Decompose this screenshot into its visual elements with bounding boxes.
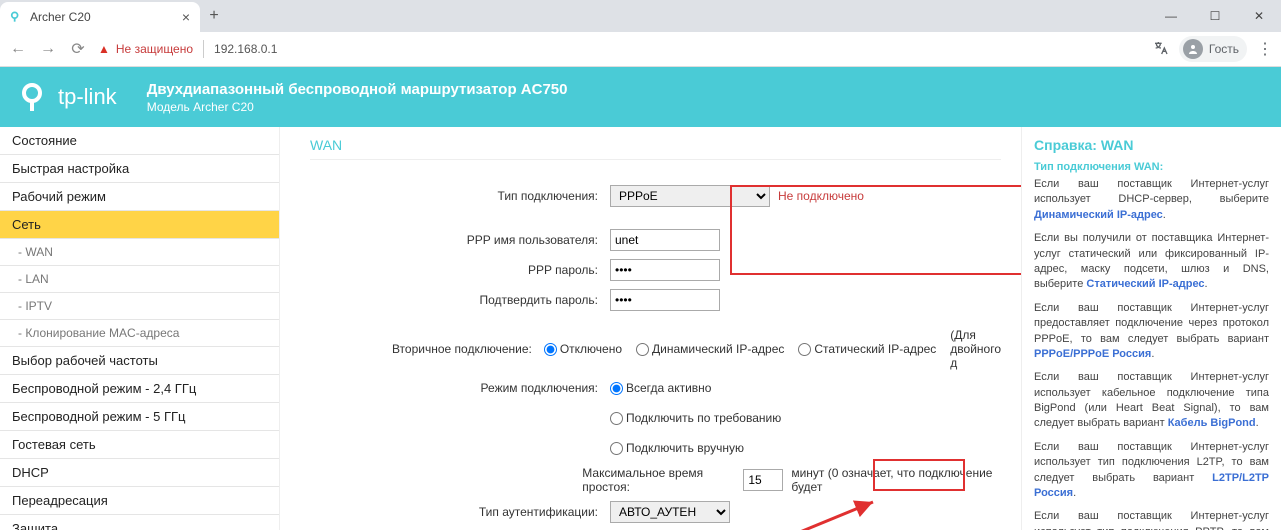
page-title: Двухдиапазонный беспроводной маршрутизат… bbox=[147, 80, 568, 100]
brand-text: tp-link bbox=[58, 84, 117, 110]
window-maximize-icon[interactable]: ☐ bbox=[1193, 0, 1237, 32]
label-conn-type: Тип подключения: bbox=[310, 189, 610, 203]
label-ppp-pass: PPP пароль: bbox=[310, 263, 610, 277]
secondary-opt-1[interactable]: Динамический IP-адрес bbox=[636, 342, 784, 356]
translate-icon[interactable] bbox=[1153, 40, 1169, 59]
workspace: СостояниеБыстрая настройкаРабочий режимС… bbox=[0, 127, 1281, 530]
url-text[interactable]: 192.168.0.1 bbox=[214, 42, 277, 56]
warning-icon: ▲ bbox=[98, 42, 110, 56]
sidebar-item-5[interactable]: - LAN bbox=[0, 266, 279, 293]
section-title: WAN bbox=[310, 137, 1001, 160]
profile-chip[interactable]: Гость bbox=[1179, 36, 1247, 62]
label-secondary: Вторичное подключение: bbox=[310, 342, 544, 356]
browser-addressbar: ← → ⟳ ▲ Не защищено 192.168.0.1 Гость ⋮ bbox=[0, 32, 1281, 66]
conn-type-select[interactable]: PPPoE bbox=[610, 185, 770, 207]
sidebar-item-7[interactable]: - Клонирование MAC-адреса bbox=[0, 320, 279, 347]
help-subtitle: Тип подключения WAN: bbox=[1034, 161, 1269, 173]
sidebar-item-10[interactable]: Беспроводной режим - 5 ГГц bbox=[0, 403, 279, 431]
sidebar-item-8[interactable]: Выбор рабочей частоты bbox=[0, 347, 279, 375]
secondary-note: (Для двойного д bbox=[950, 328, 1001, 370]
main-panel: WAN Тип подключения: PPPoE Не подключено… bbox=[280, 127, 1021, 530]
sidebar-item-3[interactable]: Сеть bbox=[0, 211, 279, 239]
sidebar-item-12[interactable]: DHCP bbox=[0, 459, 279, 487]
tab-favicon-icon bbox=[10, 10, 24, 24]
brand-logo: tp-link bbox=[20, 81, 117, 113]
ppp-confirm-input[interactable] bbox=[610, 289, 720, 311]
label-idle: Максимальное время простоя: bbox=[582, 466, 735, 494]
sidebar-item-9[interactable]: Беспроводной режим - 2,4 ГГц bbox=[0, 375, 279, 403]
help-title: Справка: WAN bbox=[1034, 137, 1269, 153]
help-link-dynamic-ip[interactable]: Динамический IP-адрес bbox=[1034, 209, 1163, 221]
app-header: tp-link Двухдиапазонный беспроводной мар… bbox=[0, 67, 1281, 127]
mode-opt-2[interactable]: Подключить вручную bbox=[610, 441, 744, 455]
brand-logo-icon bbox=[20, 81, 52, 113]
idle-input[interactable] bbox=[743, 469, 783, 491]
security-indicator[interactable]: ▲ Не защищено bbox=[98, 42, 193, 56]
sidebar-item-11[interactable]: Гостевая сеть bbox=[0, 431, 279, 459]
browser-chrome: Archer C20 × + — ☐ ✕ ← → ⟳ ▲ Не защищено… bbox=[0, 0, 1281, 67]
help-panel: Справка: WAN Тип подключения WAN: Если в… bbox=[1021, 127, 1281, 530]
label-ppp-user: PPP имя пользователя: bbox=[310, 233, 610, 247]
nav-forward-icon[interactable]: → bbox=[38, 40, 58, 58]
browser-tabbar: Archer C20 × + — ☐ ✕ bbox=[0, 0, 1281, 32]
nav-back-icon[interactable]: ← bbox=[8, 40, 28, 58]
help-link-static-ip[interactable]: Статический IP-адрес bbox=[1086, 278, 1204, 290]
new-tab-button[interactable]: + bbox=[200, 7, 228, 25]
label-ppp-confirm: Подтвердить пароль: bbox=[310, 293, 610, 307]
mode-opt-1[interactable]: Подключить по требованию bbox=[610, 411, 781, 425]
ppp-user-input[interactable] bbox=[610, 229, 720, 251]
browser-tab[interactable]: Archer C20 × bbox=[0, 2, 200, 32]
tab-title: Archer C20 bbox=[30, 10, 91, 24]
sidebar-item-6[interactable]: - IPTV bbox=[0, 293, 279, 320]
auth-select[interactable]: АВТО_АУТЕН bbox=[610, 501, 730, 523]
help-link-pppoe[interactable]: PPPoE/PPPoE Россия bbox=[1034, 348, 1151, 360]
sidebar-item-4[interactable]: - WAN bbox=[0, 239, 279, 266]
sidebar-item-1[interactable]: Быстрая настройка bbox=[0, 155, 279, 183]
addr-divider bbox=[203, 40, 204, 58]
mode-opt-0[interactable]: Всегда активно bbox=[610, 381, 711, 395]
help-link-bigpond[interactable]: Кабель BigPond bbox=[1168, 417, 1256, 429]
sidebar-item-13[interactable]: Переадресация bbox=[0, 487, 279, 515]
sidebar-item-0[interactable]: Состояние bbox=[0, 127, 279, 155]
avatar-icon bbox=[1183, 39, 1203, 59]
page-subtitle: Модель Archer C20 bbox=[147, 100, 568, 114]
window-close-icon[interactable]: ✕ bbox=[1237, 0, 1281, 32]
tab-close-icon[interactable]: × bbox=[182, 10, 190, 24]
sidebar-item-14[interactable]: Защита bbox=[0, 515, 279, 530]
sidebar-item-2[interactable]: Рабочий режим bbox=[0, 183, 279, 211]
conn-status: Не подключено bbox=[778, 189, 864, 203]
label-conn-mode: Режим подключения: bbox=[310, 381, 610, 395]
window-minimize-icon[interactable]: — bbox=[1149, 0, 1193, 32]
window-controls: — ☐ ✕ bbox=[1149, 0, 1281, 32]
profile-label: Гость bbox=[1209, 42, 1239, 56]
security-text: Не защищено bbox=[116, 42, 193, 56]
browser-menu-icon[interactable]: ⋮ bbox=[1257, 39, 1273, 59]
nav-reload-icon[interactable]: ⟳ bbox=[68, 39, 88, 59]
sidebar: СостояниеБыстрая настройкаРабочий режимС… bbox=[0, 127, 280, 530]
idle-suffix: минут (0 означает, что подключение будет bbox=[791, 466, 1001, 494]
label-auth: Тип аутентификации: bbox=[310, 505, 610, 519]
secondary-radios: Отключено Динамический IP-адрес Статичес… bbox=[544, 328, 1001, 370]
secondary-opt-0[interactable]: Отключено bbox=[544, 342, 622, 356]
ppp-pass-input[interactable] bbox=[610, 259, 720, 281]
secondary-opt-2[interactable]: Статический IP-адрес bbox=[798, 342, 936, 356]
